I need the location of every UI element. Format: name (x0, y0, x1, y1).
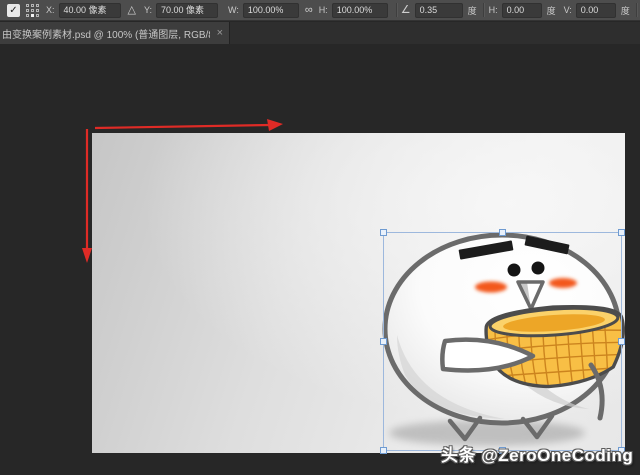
document-tab-title: 由变换案例素材.psd @ 100% (普通图层, RGB/8) * (2, 26, 210, 41)
toggle-reference-point-checkbox[interactable]: ✓ (7, 4, 20, 17)
relative-positioning-icon[interactable]: △ (128, 0, 136, 21)
height-label: H: (319, 5, 328, 15)
refpoint-dot[interactable] (31, 9, 34, 12)
rotate-angle-icon: ∠ (401, 0, 411, 21)
transform-handle-middle-left[interactable] (380, 338, 387, 345)
transform-handle-top-left[interactable] (380, 229, 387, 236)
canvas-pasteboard[interactable]: 头条 @ZeroOneCoding (0, 44, 640, 475)
x-position-input[interactable]: 40.00 像素 (59, 3, 121, 18)
transform-box[interactable] (383, 232, 622, 451)
tab-close-icon[interactable]: × (217, 27, 223, 39)
refpoint-dot[interactable] (26, 4, 29, 7)
divider (396, 3, 397, 17)
refpoint-dot[interactable] (26, 14, 29, 17)
link-dimensions-icon[interactable]: ∞ (305, 0, 313, 21)
rotate-angle-input[interactable]: 0.35 (415, 3, 463, 18)
h-skew-input[interactable]: 0.00 (502, 3, 542, 18)
width-input[interactable]: 100.00% (243, 3, 299, 18)
transform-handle-top-right[interactable] (618, 229, 625, 236)
x-label: X: (46, 5, 55, 15)
height-input[interactable]: 100.00% (332, 3, 388, 18)
refpoint-dot-selected[interactable] (31, 14, 34, 17)
h-skew-unit-label: 度 (547, 4, 556, 17)
divider (636, 3, 637, 17)
watermark-text: 头条 @ZeroOneCoding (441, 441, 633, 466)
document-tab-bar: 由变换案例素材.psd @ 100% (普通图层, RGB/8) * × (0, 22, 640, 44)
divider (483, 3, 484, 17)
refpoint-dot[interactable] (26, 9, 29, 12)
document-tab[interactable]: 由变换案例素材.psd @ 100% (普通图层, RGB/8) * × (0, 22, 230, 44)
refpoint-dot[interactable] (31, 4, 34, 7)
refpoint-dot[interactable] (36, 9, 39, 12)
refpoint-dot[interactable] (36, 14, 39, 17)
transform-handle-top-middle[interactable] (499, 229, 506, 236)
v-skew-label: V: (564, 5, 572, 15)
free-transform-options-bar: ✓ X: 40.00 像素 △ Y: 70.00 像素 W: 100.00% ∞… (0, 0, 640, 21)
v-skew-unit-label: 度 (621, 4, 630, 17)
v-skew-input[interactable]: 0.00 (576, 3, 616, 18)
y-label: Y: (144, 5, 152, 15)
width-label: W: (228, 5, 239, 15)
x-axis-arrow (95, 125, 270, 128)
rotate-unit-label: 度 (468, 4, 477, 17)
reference-point-locator[interactable] (26, 4, 39, 17)
h-skew-label: H: (489, 5, 498, 15)
y-position-input[interactable]: 70.00 像素 (156, 3, 218, 18)
transform-handle-middle-right[interactable] (618, 338, 625, 345)
refpoint-dot[interactable] (36, 4, 39, 7)
transform-handle-bottom-left[interactable] (380, 447, 387, 454)
